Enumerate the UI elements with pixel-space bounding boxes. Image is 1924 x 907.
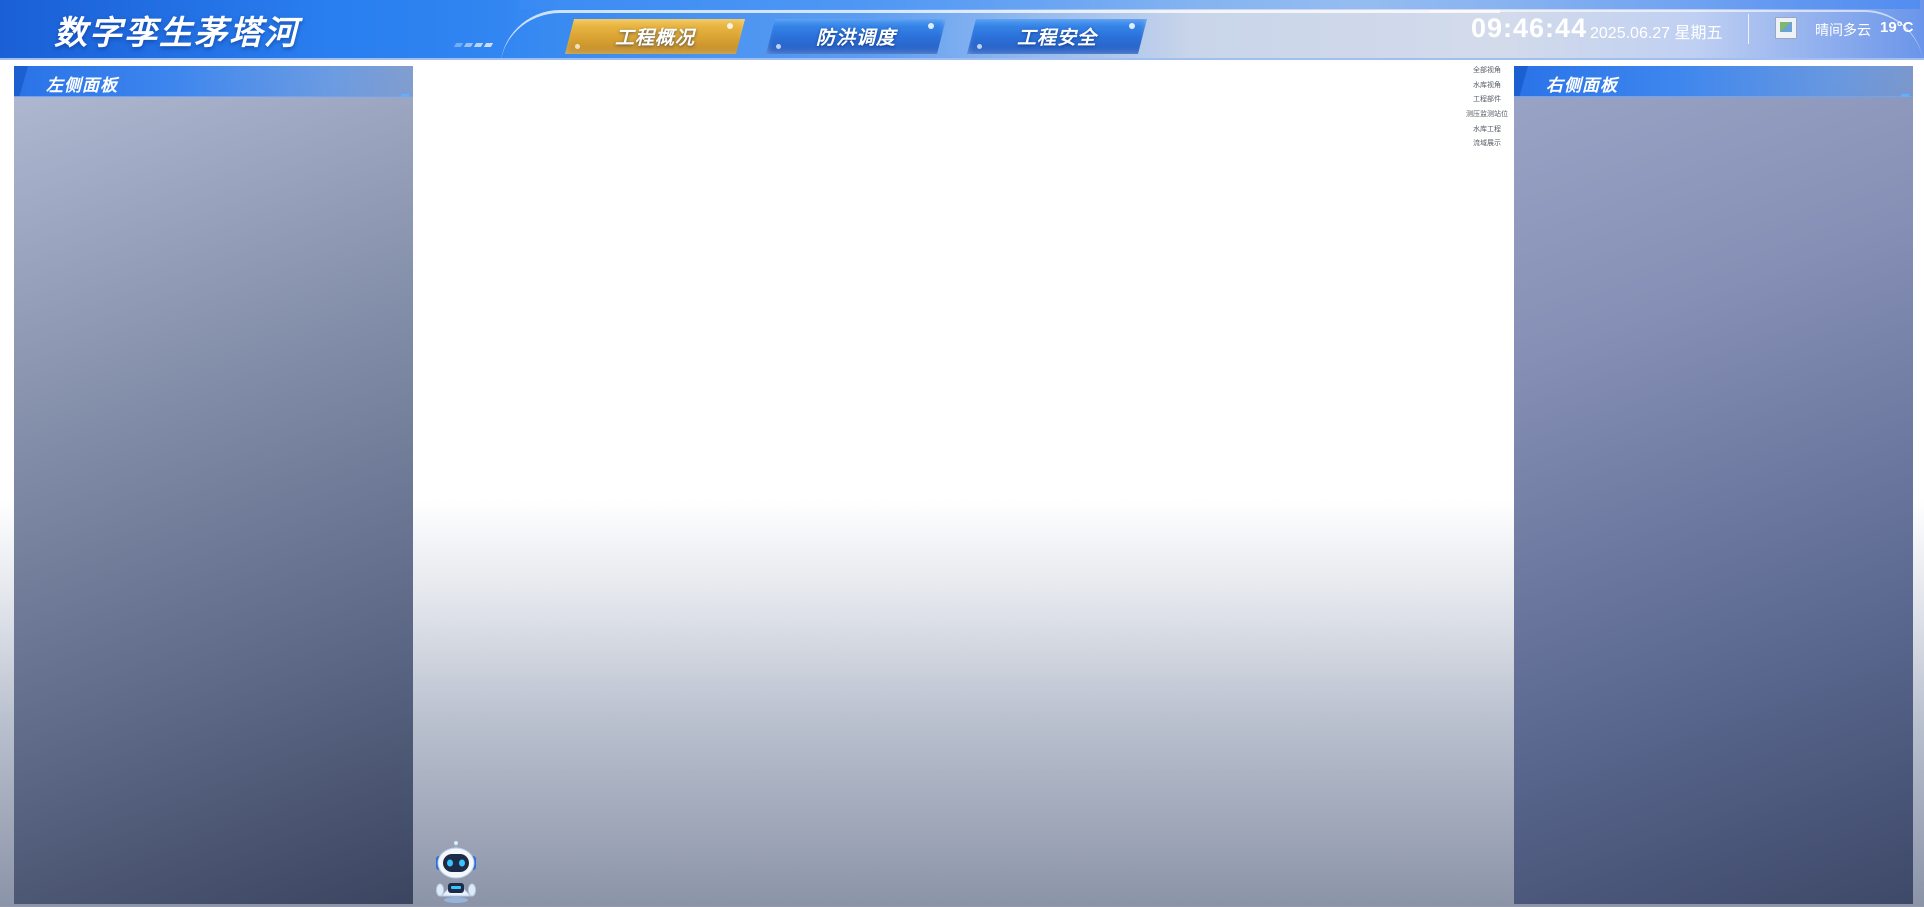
layer-item[interactable]: 测压监测站位 — [1466, 108, 1508, 123]
top-header: 数字孪生茅塔河 工程概况 防洪调度 工程安全 09:46:44 2025.06.… — [0, 0, 1924, 60]
app-title: 数字孪生茅塔河 — [54, 14, 299, 51]
date-weekday: 2025.06.27 星期五 — [1590, 25, 1723, 42]
layer-item[interactable]: 水库视角 — [1473, 79, 1501, 94]
temperature: 19°C — [1880, 19, 1914, 36]
tab-flood-dispatch[interactable]: 防洪调度 — [766, 19, 946, 54]
left-panel-title: 左侧面板 — [46, 76, 118, 95]
layer-item[interactable]: 水库工程 — [1473, 123, 1501, 138]
left-panel-header: 左侧面板 — [14, 66, 413, 97]
right-panel: 右侧面板 — [1514, 66, 1913, 904]
map-layer-list: 全部视角 水库视角 工程部件 测压监测站位 水库工程 流域展示 — [1462, 64, 1512, 152]
tab-label: 工程安全 — [1016, 28, 1097, 49]
header-divider — [1748, 14, 1749, 44]
tab-label: 工程概况 — [614, 28, 695, 49]
right-panel-title: 右侧面板 — [1546, 76, 1618, 95]
tab-project-safety[interactable]: 工程安全 — [967, 19, 1147, 54]
broken-image-icon — [1775, 17, 1797, 39]
layer-item[interactable]: 全部视角 — [1473, 64, 1501, 79]
left-panel: 左侧面板 — [14, 66, 413, 904]
title-decor-dots — [453, 43, 494, 47]
right-panel-header: 右侧面板 — [1514, 66, 1913, 97]
tab-label: 防洪调度 — [815, 28, 896, 49]
layer-item[interactable]: 工程部件 — [1473, 93, 1501, 108]
clock-time: 09:46:44 — [1471, 13, 1588, 43]
tab-project-overview[interactable]: 工程概况 — [565, 19, 745, 54]
layer-item[interactable]: 流域展示 — [1473, 137, 1501, 152]
weather-condition: 晴间多云 — [1815, 22, 1871, 38]
header-top-line — [520, 0, 1920, 9]
robot-assistant-icon[interactable] — [432, 840, 480, 904]
